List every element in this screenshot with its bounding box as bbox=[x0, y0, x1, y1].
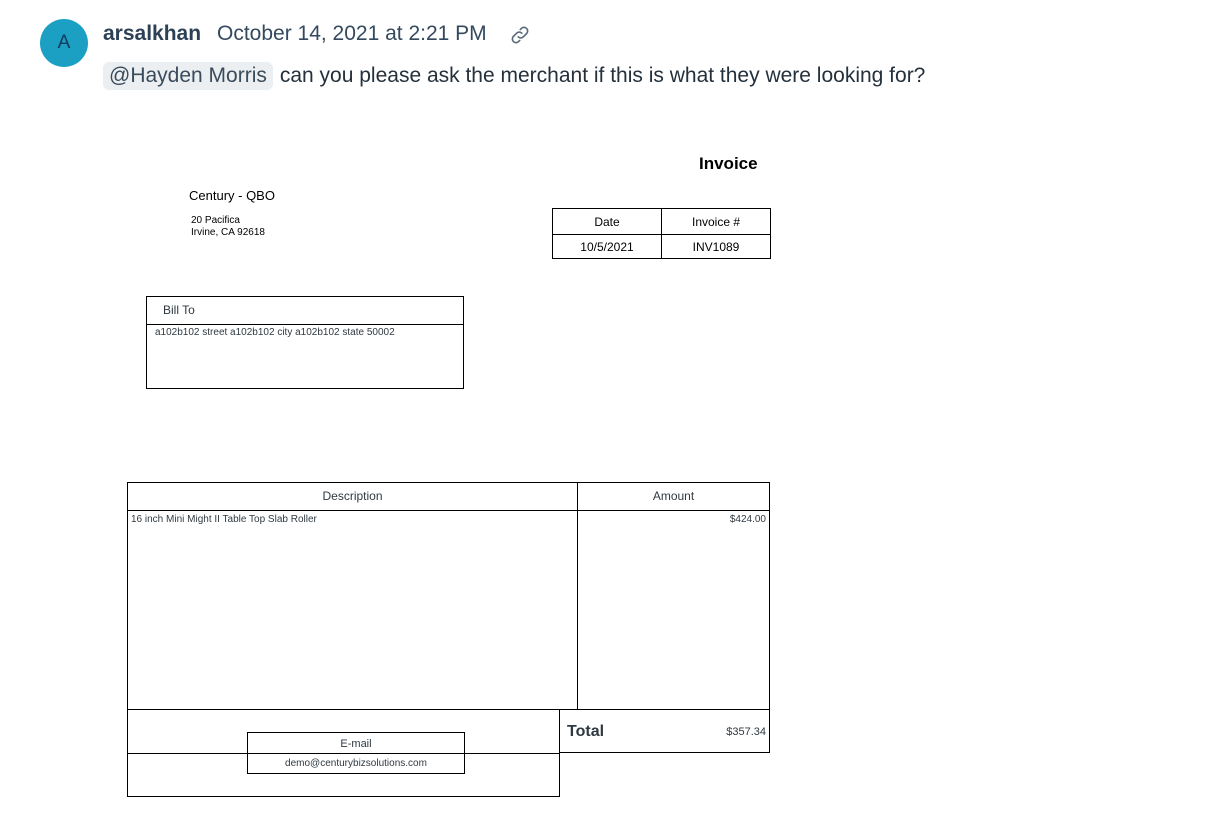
total-box: Total $357.34 bbox=[559, 709, 770, 753]
comment-timestamp[interactable]: October 14, 2021 at 2:21 PM bbox=[217, 22, 487, 46]
description-header: Description bbox=[322, 489, 383, 503]
line-items-table: Description Amount 16 inch Mini Might II… bbox=[127, 482, 770, 710]
avatar[interactable]: A bbox=[40, 19, 88, 67]
email-value: demo@centurybizsolutions.com bbox=[285, 758, 427, 769]
company-address: 20 Pacifica Irvine, CA 92618 bbox=[191, 215, 265, 239]
bill-to-address: a102b102 street a102b102 city a102b102 s… bbox=[155, 327, 395, 338]
address-line-2: Irvine, CA 92618 bbox=[191, 227, 265, 238]
comment-text: can you please ask the merchant if this … bbox=[279, 64, 926, 87]
bill-to-label: Bill To bbox=[147, 297, 463, 325]
email-label: E-mail bbox=[248, 733, 464, 754]
total-label: Total bbox=[567, 723, 605, 740]
email-box: E-mail demo@centurybizsolutions.com bbox=[247, 732, 465, 774]
date-header: Date bbox=[552, 208, 662, 235]
address-line-1: 20 Pacifica bbox=[191, 215, 240, 226]
total-value: $357.34 bbox=[726, 726, 766, 738]
invoice-meta-table: Date Invoice # 10/5/2021 INV1089 bbox=[552, 208, 771, 259]
link-icon[interactable] bbox=[509, 24, 531, 46]
invoice-title: Invoice bbox=[699, 154, 758, 173]
header-divider bbox=[128, 510, 769, 511]
line-item-amount: $424.00 bbox=[729, 514, 766, 525]
date-value: 10/5/2021 bbox=[552, 234, 662, 259]
line-item-description: 16 inch Mini Might II Table Top Slab Rol… bbox=[131, 514, 317, 525]
author-name[interactable]: arsalkhan bbox=[103, 22, 201, 46]
amount-header: Amount bbox=[652, 489, 695, 503]
comment-body: @Hayden Morris can you please ask the me… bbox=[103, 62, 925, 90]
user-mention[interactable]: @Hayden Morris bbox=[103, 62, 273, 90]
company-name: Century - QBO bbox=[189, 188, 275, 203]
invoice-number-header: Invoice # bbox=[661, 208, 771, 235]
bill-to-box: Bill To a102b102 street a102b102 city a1… bbox=[146, 296, 464, 389]
invoice-number-value: INV1089 bbox=[661, 234, 771, 259]
